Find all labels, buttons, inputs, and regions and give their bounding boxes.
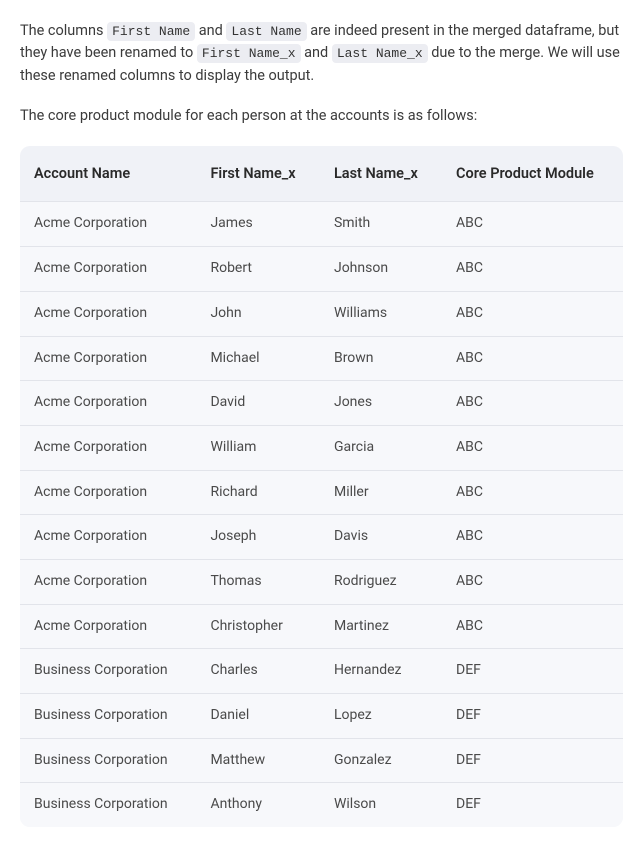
table-cell: Lopez: [320, 694, 442, 739]
table-cell: ABC: [442, 515, 623, 560]
table-cell: ABC: [442, 291, 623, 336]
table-cell: Brown: [320, 336, 442, 381]
table-cell: Anthony: [196, 783, 320, 827]
table-cell: ABC: [442, 202, 623, 247]
table-row: Business CorporationAnthonyWilsonDEF: [20, 783, 623, 827]
table-row: Acme CorporationJohnWilliamsABC: [20, 291, 623, 336]
table-cell: ABC: [442, 604, 623, 649]
lead-paragraph: The core product module for each person …: [20, 105, 623, 127]
intro-text: and: [199, 22, 227, 39]
table-cell: Acme Corporation: [20, 559, 196, 604]
table-cell: Acme Corporation: [20, 470, 196, 515]
intro-text: and: [304, 44, 332, 61]
table-header: Account NameFirst Name_xLast Name_xCore …: [20, 146, 623, 202]
table-cell: DEF: [442, 649, 623, 694]
table-cell: Joseph: [196, 515, 320, 560]
table-cell: ABC: [442, 559, 623, 604]
table-row: Acme CorporationWilliamGarciaABC: [20, 425, 623, 470]
table-cell: Acme Corporation: [20, 381, 196, 426]
table-cell: Business Corporation: [20, 649, 196, 694]
table-row: Acme CorporationDavidJonesABC: [20, 381, 623, 426]
table-cell: Richard: [196, 470, 320, 515]
table-row: Business CorporationDanielLopezDEF: [20, 694, 623, 739]
data-table-container: Account NameFirst Name_xLast Name_xCore …: [20, 146, 623, 827]
table-cell: ABC: [442, 247, 623, 292]
table-cell: David: [196, 381, 320, 426]
code-last-name: Last Name: [226, 22, 306, 41]
table-cell: Acme Corporation: [20, 247, 196, 292]
table-row: Acme CorporationRichardMillerABC: [20, 470, 623, 515]
table-cell: DEF: [442, 694, 623, 739]
table-cell: Williams: [320, 291, 442, 336]
table-cell: Davis: [320, 515, 442, 560]
code-last-name-x: Last Name_x: [332, 44, 428, 63]
table-cell: Rodriguez: [320, 559, 442, 604]
table-cell: ABC: [442, 425, 623, 470]
table-cell: Hernandez: [320, 649, 442, 694]
table-cell: Christopher: [196, 604, 320, 649]
intro-text: The columns: [20, 22, 107, 39]
table-cell: Business Corporation: [20, 694, 196, 739]
table-cell: Smith: [320, 202, 442, 247]
table-cell: Charles: [196, 649, 320, 694]
column-header: Last Name_x: [320, 146, 442, 202]
table-cell: Acme Corporation: [20, 604, 196, 649]
column-header: Core Product Module: [442, 146, 623, 202]
table-cell: ABC: [442, 470, 623, 515]
table-row: Acme CorporationMichaelBrownABC: [20, 336, 623, 381]
table-cell: Martinez: [320, 604, 442, 649]
table-cell: Acme Corporation: [20, 336, 196, 381]
table-row: Business CorporationCharlesHernandezDEF: [20, 649, 623, 694]
table-cell: Thomas: [196, 559, 320, 604]
table-cell: Wilson: [320, 783, 442, 827]
table-row: Acme CorporationJamesSmithABC: [20, 202, 623, 247]
table-cell: William: [196, 425, 320, 470]
column-header: First Name_x: [196, 146, 320, 202]
table-cell: John: [196, 291, 320, 336]
column-header: Account Name: [20, 146, 196, 202]
table-cell: Miller: [320, 470, 442, 515]
table-body: Acme CorporationJamesSmithABCAcme Corpor…: [20, 202, 623, 827]
table-row: Acme CorporationChristopherMartinezABC: [20, 604, 623, 649]
table-cell: ABC: [442, 381, 623, 426]
table-row: Acme CorporationThomasRodriguezABC: [20, 559, 623, 604]
table-cell: Garcia: [320, 425, 442, 470]
table-cell: Acme Corporation: [20, 515, 196, 560]
table-cell: Acme Corporation: [20, 291, 196, 336]
table-cell: James: [196, 202, 320, 247]
table-row: Acme CorporationRobertJohnsonABC: [20, 247, 623, 292]
table-cell: Acme Corporation: [20, 425, 196, 470]
table-cell: Jones: [320, 381, 442, 426]
table-cell: Michael: [196, 336, 320, 381]
table-cell: Johnson: [320, 247, 442, 292]
table-cell: Daniel: [196, 694, 320, 739]
code-first-name: First Name: [107, 22, 195, 41]
table-cell: ABC: [442, 336, 623, 381]
table-cell: Acme Corporation: [20, 202, 196, 247]
table-cell: Business Corporation: [20, 783, 196, 827]
intro-paragraph: The columns First Name and Last Name are…: [20, 20, 623, 87]
table-cell: DEF: [442, 783, 623, 827]
table-cell: Robert: [196, 247, 320, 292]
code-first-name-x: First Name_x: [197, 44, 301, 63]
data-table: Account NameFirst Name_xLast Name_xCore …: [20, 146, 623, 827]
table-row: Acme CorporationJosephDavisABC: [20, 515, 623, 560]
